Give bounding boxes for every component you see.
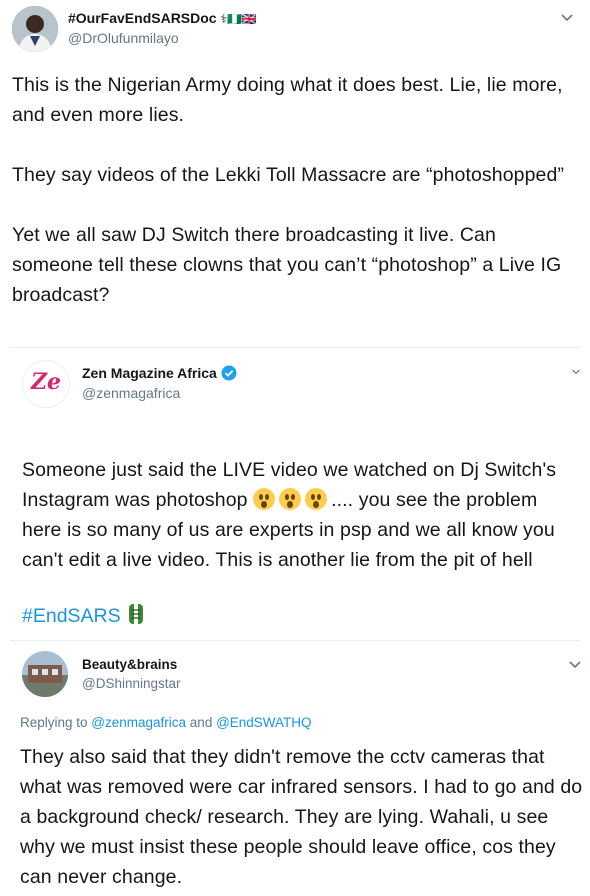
avatar-image	[12, 6, 58, 52]
tweet-text: This is the Nigerian Army doing what it …	[12, 74, 565, 306]
hashtag-link[interactable]: #EndSARS	[22, 602, 146, 628]
tweet-text: They also said that they didn't remove t…	[20, 746, 583, 888]
replying-to: Replying to @zenmagafrica and @EndSWATHQ	[20, 715, 312, 730]
divider	[10, 640, 580, 641]
display-name-text: #OurFavEndSARSDoc	[68, 10, 217, 26]
replying-prefix: Replying to	[20, 715, 92, 730]
chevron-down-icon[interactable]	[568, 660, 582, 670]
name-badges: ⚕🇳🇬🇬🇧	[220, 12, 257, 26]
chevron-down-icon[interactable]	[571, 368, 581, 376]
avatar[interactable]	[12, 6, 58, 52]
zen-logo-icon: Ze	[30, 369, 62, 395]
avatar-image	[22, 651, 68, 697]
avatar[interactable]: Ze	[22, 360, 70, 408]
mention-link[interactable]: @EndSWATHQ	[216, 715, 311, 730]
avatar[interactable]	[22, 651, 68, 697]
chevron-down-icon[interactable]	[560, 13, 574, 23]
tweet-text: Someone just said the LIVE video we watc…	[22, 425, 567, 575]
display-name-text: Zen Magazine Africa	[82, 365, 217, 381]
verified-badge-icon	[221, 365, 237, 381]
astonished-face-icon	[279, 488, 302, 510]
display-name[interactable]: Zen Magazine Africa	[82, 365, 237, 381]
handle[interactable]: @DShinningstar	[82, 676, 181, 691]
nigeria-fist-icon	[129, 604, 144, 624]
display-name[interactable]: Beauty&brains	[82, 657, 177, 672]
astonished-face-icon	[305, 488, 328, 510]
divider	[10, 347, 580, 348]
hashtag-text: #EndSARS	[22, 605, 121, 627]
mention-link[interactable]: @zenmagafrica	[91, 715, 186, 730]
replying-and: and	[186, 715, 217, 730]
astonished-face-icon	[253, 488, 276, 510]
handle[interactable]: @zenmagafrica	[82, 385, 180, 401]
display-name[interactable]: #OurFavEndSARSDoc ⚕🇳🇬🇬🇧	[68, 10, 257, 26]
handle[interactable]: @DrOlufunmilayo	[68, 30, 179, 46]
